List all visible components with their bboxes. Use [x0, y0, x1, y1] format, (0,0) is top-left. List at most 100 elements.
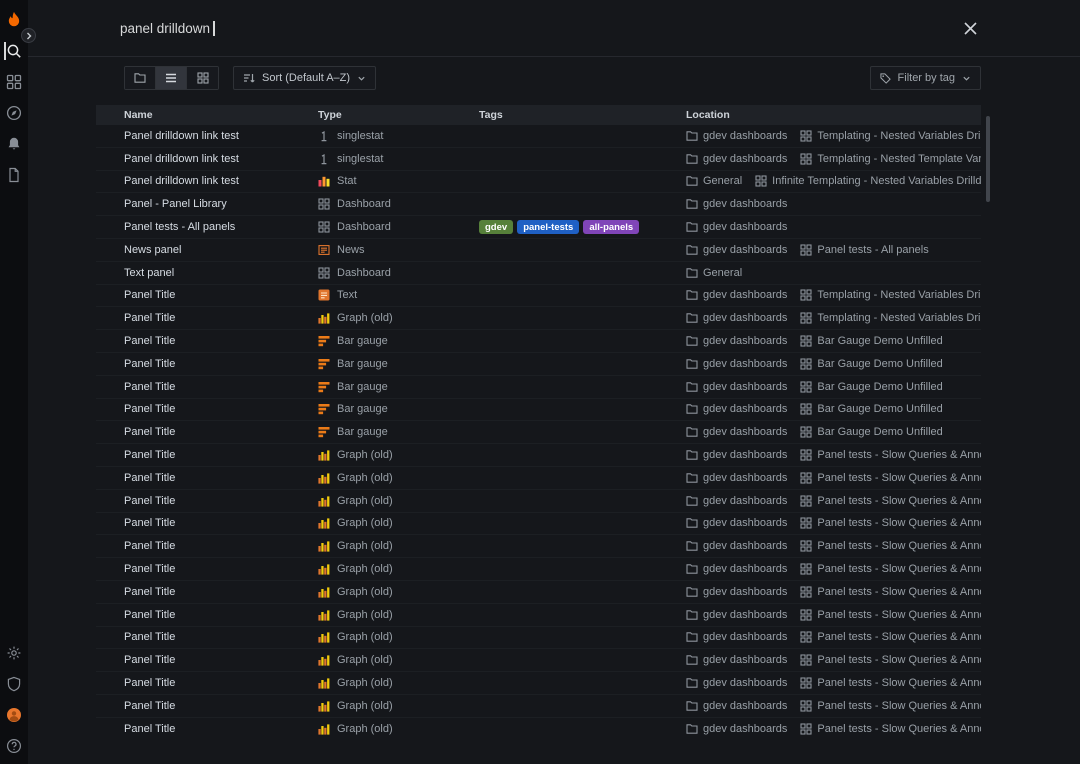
row-type-label: Graph (old)	[337, 586, 393, 598]
sidebar-item-dashboards[interactable]	[0, 74, 28, 90]
row-name-link[interactable]: Panel drilldown link test	[96, 130, 318, 142]
sidebar-item-explore[interactable]	[0, 105, 28, 121]
sidebar-item-shield[interactable]	[0, 676, 28, 692]
search-input[interactable]: panel drilldown	[120, 0, 949, 56]
scrollbar-thumb[interactable]	[986, 116, 990, 202]
location-dashboard-label: Templating - Nested Template Variables	[817, 153, 981, 165]
table-row[interactable]: Panel TitleBar gaugegdev dashboardsBar G…	[96, 376, 981, 399]
folder-icon	[686, 153, 703, 165]
row-name-link[interactable]: Panel Title	[96, 677, 318, 689]
sort-dropdown[interactable]: Sort (Default A–Z)	[233, 66, 376, 90]
row-type-label: Graph (old)	[337, 654, 393, 666]
table-row[interactable]: Panel TitleGraph (old)gdev dashboardsPan…	[96, 672, 981, 695]
row-name-link[interactable]: Panel Title	[96, 586, 318, 598]
folder-icon	[686, 517, 703, 529]
row-name-link[interactable]: Panel Title	[96, 472, 318, 484]
row-name-link[interactable]: Panel Title	[96, 609, 318, 621]
search-results-section: Sort (Default A–Z) Filter by tag Name Ty…	[28, 66, 1080, 737]
row-type-label: Graph (old)	[337, 449, 393, 461]
filter-by-tag-dropdown[interactable]: Filter by tag	[870, 66, 981, 90]
table-row[interactable]: News panelNewsgdev dashboardsPanel tests…	[96, 239, 981, 262]
table-row[interactable]: Panel TitleGraph (old)gdev dashboardsPan…	[96, 513, 981, 536]
table-row[interactable]: Panel TitleGraph (old)gdev dashboardsPan…	[96, 718, 981, 737]
sidebar-item-avatar[interactable]	[0, 707, 28, 723]
table-row[interactable]: Panel tests - All panelsDashboardgdevpan…	[96, 216, 981, 239]
dashboard-grid-icon	[800, 449, 817, 461]
sidebar-item-grafana-logo[interactable]	[0, 12, 28, 28]
table-row[interactable]: Panel TitleGraph (old)gdev dashboardsPan…	[96, 467, 981, 490]
table-row[interactable]: Panel TitleTextgdev dashboardsTemplating…	[96, 285, 981, 308]
table-row[interactable]: Panel TitleGraph (old)gdev dashboardsPan…	[96, 581, 981, 604]
tag-all-panels[interactable]: all-panels	[583, 220, 639, 234]
row-type-label: Bar gauge	[337, 335, 388, 347]
folder-view-button[interactable]	[125, 67, 156, 89]
table-row[interactable]: Panel TitleGraph (old)gdev dashboardsPan…	[96, 695, 981, 718]
tag-panel-tests[interactable]: panel-tests	[517, 220, 579, 234]
sidebar-item-settings[interactable]	[0, 645, 28, 661]
sidebar-item-search[interactable]	[0, 43, 28, 59]
row-name-link[interactable]: Panel Title	[96, 312, 318, 324]
location-folder-label: gdev dashboards	[703, 198, 787, 210]
row-name-link[interactable]: News panel	[96, 244, 318, 256]
grid-view-button[interactable]	[187, 67, 218, 89]
table-row[interactable]: Panel TitleGraph (old)gdev dashboardsPan…	[96, 558, 981, 581]
row-name-link[interactable]: Panel Title	[96, 540, 318, 552]
sidebar-item-help[interactable]	[0, 738, 28, 754]
table-row[interactable]: Text panelDashboardGeneral	[96, 262, 981, 285]
list-view-button[interactable]	[156, 67, 187, 89]
row-name-link[interactable]: Text panel	[96, 267, 318, 279]
table-row[interactable]: Panel TitleGraph (old)gdev dashboardsPan…	[96, 535, 981, 558]
table-row[interactable]: Panel drilldown link testsinglestatgdev …	[96, 148, 981, 171]
table-row[interactable]: Panel TitleBar gaugegdev dashboardsBar G…	[96, 330, 981, 353]
table-row[interactable]: Panel TitleGraph (old)gdev dashboardsPan…	[96, 444, 981, 467]
row-name-link[interactable]: Panel Title	[96, 495, 318, 507]
row-name-link[interactable]: Panel drilldown link test	[96, 153, 318, 165]
row-name-link[interactable]: Panel - Panel Library	[96, 198, 318, 210]
table-row[interactable]: Panel TitleGraph (old)gdev dashboardsPan…	[96, 490, 981, 513]
sidebar-expand-button[interactable]	[21, 28, 36, 43]
row-name-link[interactable]: Panel Title	[96, 700, 318, 712]
type-icon-text	[318, 289, 330, 301]
table-row[interactable]: Panel TitleBar gaugegdev dashboardsBar G…	[96, 421, 981, 444]
row-name-link[interactable]: Panel Title	[96, 426, 318, 438]
location-dashboard-label: Panel tests - Slow Queries & Annotations	[817, 517, 981, 529]
row-name-link[interactable]: Panel drilldown link test	[96, 175, 318, 187]
dashboard-grid-icon	[800, 540, 817, 552]
row-name-link[interactable]: Panel Title	[96, 381, 318, 393]
row-type-label: Dashboard	[337, 267, 391, 279]
row-name-link[interactable]: Panel Title	[96, 563, 318, 575]
table-row[interactable]: Panel drilldown link testsinglestatgdev …	[96, 125, 981, 148]
type-icon-graph-old	[318, 495, 330, 507]
row-type: Graph (old)	[318, 586, 479, 598]
row-name-link[interactable]: Panel Title	[96, 335, 318, 347]
sidebar-item-document[interactable]	[0, 167, 28, 183]
row-name-link[interactable]: Panel tests - All panels	[96, 221, 318, 233]
dashboard-grid-icon	[800, 403, 817, 415]
row-name-link[interactable]: Panel Title	[96, 289, 318, 301]
location-dashboard: Panel tests - All panels	[800, 244, 928, 256]
row-location: gdev dashboards	[686, 198, 981, 210]
folder-icon	[686, 495, 703, 507]
table-row[interactable]: Panel TitleBar gaugegdev dashboardsBar G…	[96, 353, 981, 376]
row-name-link[interactable]: Panel Title	[96, 517, 318, 529]
row-name-link[interactable]: Panel Title	[96, 449, 318, 461]
type-icon-graph-old	[318, 609, 330, 621]
row-name-link[interactable]: Panel Title	[96, 403, 318, 415]
table-row[interactable]: Panel TitleBar gaugegdev dashboardsBar G…	[96, 399, 981, 422]
table-row[interactable]: Panel drilldown link testStatGeneralInfi…	[96, 171, 981, 194]
location-folder-label: gdev dashboards	[703, 609, 787, 621]
row-name-link[interactable]: Panel Title	[96, 654, 318, 666]
close-icon[interactable]	[961, 19, 980, 38]
row-type-label: singlestat	[337, 130, 383, 142]
table-row[interactable]: Panel TitleGraph (old)gdev dashboardsPan…	[96, 627, 981, 650]
row-name-link[interactable]: Panel Title	[96, 723, 318, 735]
table-row[interactable]: Panel TitleGraph (old)gdev dashboardsPan…	[96, 649, 981, 672]
table-row[interactable]: Panel - Panel LibraryDashboardgdev dashb…	[96, 193, 981, 216]
row-name-link[interactable]: Panel Title	[96, 358, 318, 370]
row-name-link[interactable]: Panel Title	[96, 631, 318, 643]
sidebar-item-alerting[interactable]	[0, 136, 28, 152]
table-row[interactable]: Panel TitleGraph (old)gdev dashboardsPan…	[96, 604, 981, 627]
table-row[interactable]: Panel TitleGraph (old)gdev dashboardsTem…	[96, 307, 981, 330]
folder-icon	[686, 221, 703, 233]
tag-gdev[interactable]: gdev	[479, 220, 513, 234]
